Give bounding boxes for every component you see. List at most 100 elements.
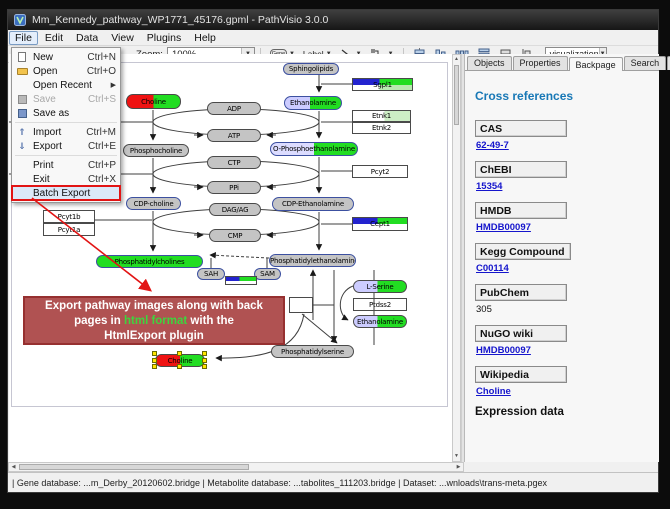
xref-value: 62-49-7 <box>476 140 651 151</box>
scroll-right-icon[interactable]: ▶ <box>454 463 463 471</box>
xref-link[interactable]: HMDB00097 <box>476 345 531 356</box>
file-menu-item-open-recent[interactable]: Open Recent▶ <box>12 78 120 92</box>
file-menu-item-save[interactable]: SaveCtrl+S <box>12 92 120 106</box>
node-etnk2[interactable]: Etnk2 <box>352 122 411 134</box>
tab-backpage[interactable]: Backpage <box>569 57 623 71</box>
node-label: Pcyt1a <box>44 226 94 234</box>
selection-handle[interactable] <box>202 364 207 369</box>
node-label: ADP <box>208 105 260 113</box>
xref-header: Kegg Compound <box>475 243 571 260</box>
selection-handle[interactable] <box>177 364 182 369</box>
node-cept1[interactable]: Cept1 <box>352 217 408 231</box>
menu-file[interactable]: File <box>9 31 38 45</box>
canvas-horizontal-scrollbar[interactable]: ◀ ▶ <box>8 462 464 472</box>
pemt-gene-box[interactable] <box>225 276 257 285</box>
scroll-up-icon[interactable]: ▲ <box>453 55 460 64</box>
no-icon <box>14 160 30 171</box>
node-label: ATP <box>208 132 260 140</box>
file-menu-item-import[interactable]: ⇑ImportCtrl+M <box>12 125 120 139</box>
node-label: Sgpl1 <box>353 81 412 89</box>
node-cdp-choline[interactable]: CDP-choline <box>126 197 181 210</box>
file-menu-item-print[interactable]: PrintCtrl+P <box>12 158 120 172</box>
node-label: Ptdss2 <box>354 301 406 309</box>
no-icon <box>14 188 30 199</box>
node-label: O-Phosphoethanolamine <box>271 145 357 153</box>
node-label: Phosphatidylcholines <box>97 258 202 266</box>
node-etnk1[interactable]: Etnk1 <box>352 110 411 122</box>
xref-link[interactable]: C00114 <box>476 263 509 274</box>
node-ppi[interactable]: PPi <box>207 181 261 194</box>
node-sgpl1[interactable]: Sgpl1 <box>352 78 413 91</box>
save-as-disk-icon <box>14 108 30 119</box>
tab-properties[interactable]: Properties <box>513 56 568 70</box>
node-pcyt1a[interactable]: Pcyt1a <box>43 223 95 236</box>
node-label: Phosphatidylserine <box>272 348 353 356</box>
node-phosphatidylethanolamine[interactable]: Phosphatidylethanolamine <box>269 254 356 267</box>
xref-value: 305 <box>476 304 651 315</box>
node-pcyt2[interactable]: Pcyt2 <box>352 165 408 178</box>
no-icon <box>14 80 30 91</box>
menu-edit[interactable]: Edit <box>39 31 69 45</box>
annotation-highlight: html format <box>124 315 187 327</box>
selection-handle[interactable] <box>152 364 157 369</box>
selection-handle[interactable] <box>202 358 207 363</box>
node-label: Phosphocholine <box>124 147 188 155</box>
node-choline[interactable]: Choline <box>126 94 181 109</box>
node-sam[interactable]: SAM <box>254 268 281 280</box>
scroll-left-icon[interactable]: ◀ <box>9 463 18 471</box>
menu-data[interactable]: Data <box>70 31 104 45</box>
menu-view[interactable]: View <box>105 31 140 45</box>
horizontal-scroll-thumb[interactable] <box>19 464 249 470</box>
vertical-scroll-thumb[interactable] <box>454 65 459 125</box>
node-pcyt1b[interactable]: Pcyt1b <box>43 210 95 223</box>
app-icon <box>14 14 26 26</box>
canvas-vertical-scrollbar[interactable]: ▲ ▼ <box>452 54 461 462</box>
file-menu-item-open[interactable]: OpenCtrl+O <box>12 64 120 78</box>
node-dag-ag[interactable]: DAG/AG <box>209 203 261 216</box>
covered-gene-box[interactable] <box>289 297 313 313</box>
file-menu-item-batch-export[interactable]: Batch Export <box>12 186 120 200</box>
xref-link[interactable]: 15354 <box>476 181 502 192</box>
annotation-line3: HtmlExport plugin <box>25 329 283 344</box>
node-phosphocholine[interactable]: Phosphocholine <box>123 144 189 157</box>
node-label: L-Serine <box>354 283 406 291</box>
file-menu-item-save-as[interactable]: Save as <box>12 106 120 120</box>
tab-search[interactable]: Search <box>624 56 667 70</box>
menu-plugins[interactable]: Plugins <box>141 31 187 45</box>
node-phosphatidylserine[interactable]: Phosphatidylserine <box>271 345 354 358</box>
node-phosphatidylcholines[interactable]: Phosphatidylcholines <box>96 255 203 268</box>
window-title: Mm_Kennedy_pathway_WP1771_45176.gpml - P… <box>32 14 328 26</box>
node-sah[interactable]: SAH <box>197 268 225 280</box>
node-cdp-ethanolamine[interactable]: CDP-Ethanolamine <box>272 197 354 211</box>
node-o-phosphoethanolamine[interactable]: O-Phosphoethanolamine <box>270 142 358 156</box>
node-ctp[interactable]: CTP <box>207 156 261 169</box>
annotation-callout: Export pathway images along with back pa… <box>23 296 285 345</box>
menu-separator <box>15 155 117 156</box>
annotation-line1: Export pathway images along with back <box>25 299 283 314</box>
xref-section-kegg-compound: Kegg Compound C00114 <box>475 242 651 274</box>
node-ethanolamine[interactable]: Ethanolamine <box>353 315 407 328</box>
node-ethanolamine[interactable]: Ethanolamine <box>284 96 342 110</box>
selection-handle[interactable] <box>177 351 182 356</box>
node-cmp[interactable]: CMP <box>209 229 261 242</box>
node-ptdss2[interactable]: Ptdss2 <box>353 298 407 311</box>
node-label: CDP-choline <box>127 200 180 208</box>
scroll-down-icon[interactable]: ▼ <box>453 452 460 461</box>
xref-link[interactable]: 62-49-7 <box>476 140 509 151</box>
node-l-serine[interactable]: L-Serine <box>353 280 407 293</box>
file-menu-item-export[interactable]: ⇓ExportCtrl+E <box>12 139 120 153</box>
node-atp[interactable]: ATP <box>207 129 261 142</box>
node-sphingolipids[interactable]: Sphingolipids <box>283 63 339 75</box>
node-label: DAG/AG <box>210 206 260 214</box>
xref-link[interactable]: Choline <box>476 386 511 397</box>
file-menu-item-exit[interactable]: ExitCtrl+X <box>12 172 120 186</box>
tab-objects[interactable]: Objects <box>467 56 512 70</box>
selection-handle[interactable] <box>152 358 157 363</box>
file-menu-item-new[interactable]: NewCtrl+N <box>12 50 120 64</box>
selection-handle[interactable] <box>202 351 207 356</box>
xref-link[interactable]: HMDB00097 <box>476 222 531 233</box>
side-panel: ObjectsPropertiesBackpageSearchLegend Cr… <box>464 54 659 462</box>
menu-help[interactable]: Help <box>188 31 222 45</box>
node-adp[interactable]: ADP <box>207 102 261 115</box>
selection-handle[interactable] <box>152 351 157 356</box>
